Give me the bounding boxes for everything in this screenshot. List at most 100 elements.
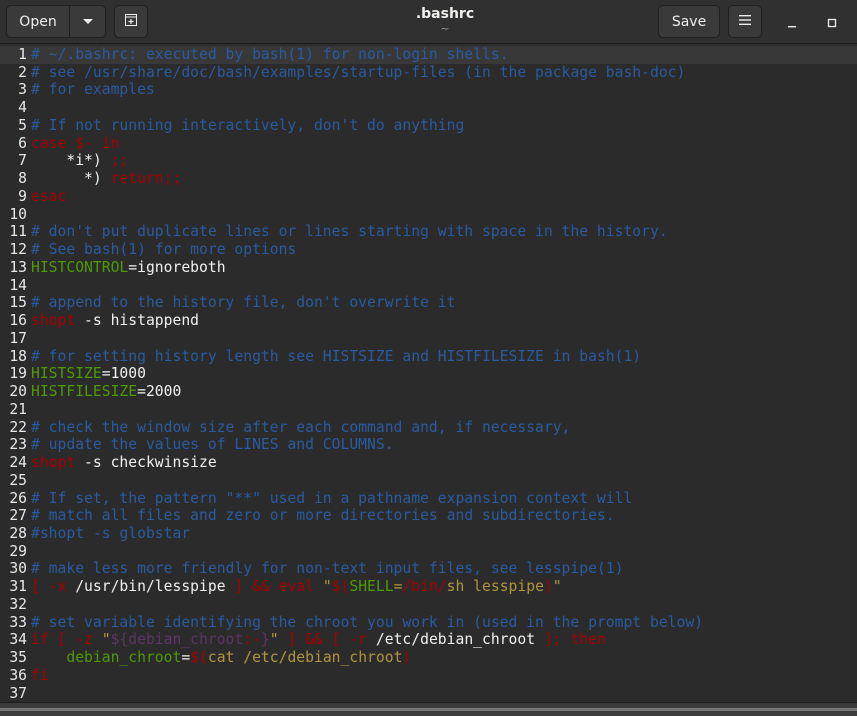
editor-line[interactable]: 27 # match all files and zero or more dir… <box>0 507 857 525</box>
minimize-button[interactable] <box>780 10 804 34</box>
code-token: [ <box>331 631 341 649</box>
line-number: 24 <box>9 454 27 472</box>
code-token: ]; <box>543 631 562 649</box>
editor-line[interactable]: 8 *) return;; <box>0 170 857 188</box>
code-text: [ -x /usr/bin/lesspipe ] && eval "$(SHEL… <box>31 578 562 596</box>
editor-line[interactable]: 2 # see /usr/share/doc/bash/examples/star… <box>0 64 857 82</box>
code-token: :- <box>243 631 261 649</box>
line-number: 31 <box>9 578 27 596</box>
editor-line[interactable]: 23 # update the values of LINES and COLUM… <box>0 436 857 454</box>
editor-line[interactable]: 7 *i*) ;; <box>0 152 857 170</box>
code-token: HISTSIZE <box>31 365 102 383</box>
editor-line[interactable]: 28 #shopt -s globstar <box>0 525 857 543</box>
code-text: # make less more friendly for non-text i… <box>31 560 623 578</box>
editor-line[interactable]: 1 # ~/.bashrc: executed by bash(1) for no… <box>0 46 857 64</box>
code-token: fi <box>31 666 49 684</box>
editor-line[interactable]: 17 <box>0 330 857 348</box>
code-token: # check the window size after each comma… <box>31 418 571 436</box>
editor-line[interactable]: 22 # check the window size after each com… <box>0 419 857 437</box>
editor-line[interactable]: 34 if [ -z "${debian_chroot:-}" ] && [ -r… <box>0 631 857 649</box>
editor-line[interactable]: 6 case $- in <box>0 135 857 153</box>
text-editor[interactable]: 1 # ~/.bashrc: executed by bash(1) for no… <box>0 45 857 702</box>
code-text: # append to the history file, don't over… <box>31 294 455 312</box>
code-token: $( <box>331 578 350 596</box>
code-text: debian_chroot=$(cat /etc/debian_chroot) <box>31 649 411 667</box>
code-token: # don't put duplicate lines or lines sta… <box>31 223 668 241</box>
code-text: #shopt -s globstar <box>31 525 190 543</box>
editor-line[interactable]: 31[ -x /usr/bin/lesspipe ] && eval "$(SH… <box>0 578 857 596</box>
editor-line[interactable]: 37 <box>0 685 857 702</box>
editor-line[interactable]: 10 <box>0 206 857 224</box>
new-tab-button[interactable] <box>114 5 148 38</box>
editor-line[interactable]: 18 # for setting history length see HISTS… <box>0 348 857 366</box>
maximize-button[interactable] <box>820 10 844 34</box>
line-number: 21 <box>9 400 27 418</box>
editor-line[interactable]: 4 <box>0 99 857 117</box>
code-token: " <box>552 578 562 596</box>
editor-line[interactable]: 24 shopt -s checkwinsize <box>0 454 857 472</box>
code-text: *) return;; <box>31 170 181 188</box>
editor-line[interactable]: 12 # See bash(1) for more options <box>0 241 857 259</box>
save-button-label: Save <box>671 13 707 30</box>
editor-line[interactable]: 35 debian_chroot=$(cat /etc/debian_chroo… <box>0 649 857 667</box>
code-token: # ~/.bashrc: executed by bash(1) for non… <box>31 46 509 63</box>
code-text: # don't put duplicate lines or lines sta… <box>31 223 668 241</box>
window-title-area: .bashrc ~ <box>330 6 560 34</box>
line-number: 1 <box>18 46 27 63</box>
open-menu-button[interactable] <box>69 5 106 38</box>
line-number: 14 <box>9 276 27 294</box>
code-token: " <box>269 631 279 649</box>
editor-line[interactable]: 21 <box>0 401 857 419</box>
code-text: shopt -s histappend <box>31 312 199 330</box>
editor-line[interactable]: 19 HISTSIZE=1000 <box>0 365 857 383</box>
code-token: ] <box>287 631 297 649</box>
editor-line[interactable]: 33 # set variable identifying the chroot … <box>0 614 857 632</box>
horizontal-scrollbar[interactable] <box>0 702 857 716</box>
editor-line[interactable]: 14 <box>0 277 857 295</box>
main-menu-button[interactable] <box>728 5 762 38</box>
code-token: /bin/ <box>402 578 447 596</box>
editor-line[interactable]: 3 # for examples <box>0 81 857 99</box>
code-token: # match all files and zero or more direc… <box>31 507 615 525</box>
line-number: 33 <box>9 613 27 631</box>
editor-line[interactable]: 29 <box>0 543 857 561</box>
line-number: 35 <box>9 649 27 667</box>
code-token: ;; <box>110 152 129 170</box>
code-token: } <box>260 631 270 649</box>
open-button[interactable]: Open <box>6 5 70 38</box>
line-number: 3 <box>18 81 27 99</box>
editor-line[interactable]: 13 HISTCONTROL=ignoreboth <box>0 259 857 277</box>
editor-line[interactable]: 16 shopt -s histappend <box>0 312 857 330</box>
editor-line[interactable]: 30 # make less more friendly for non-text… <box>0 560 857 578</box>
code-token: ) <box>402 649 412 667</box>
editor-line[interactable]: 15 # append to the history file, don't ov… <box>0 294 857 312</box>
editor-line[interactable]: 20 HISTFILESIZE=2000 <box>0 383 857 401</box>
code-token: # If set, the pattern "**" used in a pat… <box>31 489 633 507</box>
code-text: # update the values of LINES and COLUMNS… <box>31 436 394 454</box>
line-number: 16 <box>9 312 27 330</box>
editor-line[interactable]: 25 <box>0 472 857 490</box>
code-token: /etc/debian_chroot <box>367 631 544 649</box>
save-button[interactable]: Save <box>658 5 720 38</box>
code-token: # set variable identifying the chroot yo… <box>31 613 704 631</box>
line-number: 7 <box>18 152 27 170</box>
editor-line[interactable]: 11 # don't put duplicate lines or lines s… <box>0 223 857 241</box>
editor-line[interactable]: 26 # If set, the pattern "**" used in a p… <box>0 490 857 508</box>
code-text: if [ -z "${debian_chroot:-}" ] && [ -r /… <box>31 631 606 649</box>
code-token: =2000 <box>137 383 182 401</box>
scrollbar-thumb[interactable] <box>0 708 857 711</box>
editor-line[interactable]: 5 # If not running interactively, don't d… <box>0 117 857 135</box>
code-text: # set variable identifying the chroot yo… <box>31 614 703 632</box>
editor-line[interactable]: 36 fi <box>0 667 857 685</box>
line-number: 32 <box>9 595 27 613</box>
editor-line[interactable]: 32 <box>0 596 857 614</box>
line-number: 13 <box>9 258 27 276</box>
new-document-icon <box>123 12 139 32</box>
editor-line[interactable]: 9 esac <box>0 188 857 206</box>
line-number: 19 <box>9 365 27 383</box>
maximize-icon <box>827 13 837 32</box>
